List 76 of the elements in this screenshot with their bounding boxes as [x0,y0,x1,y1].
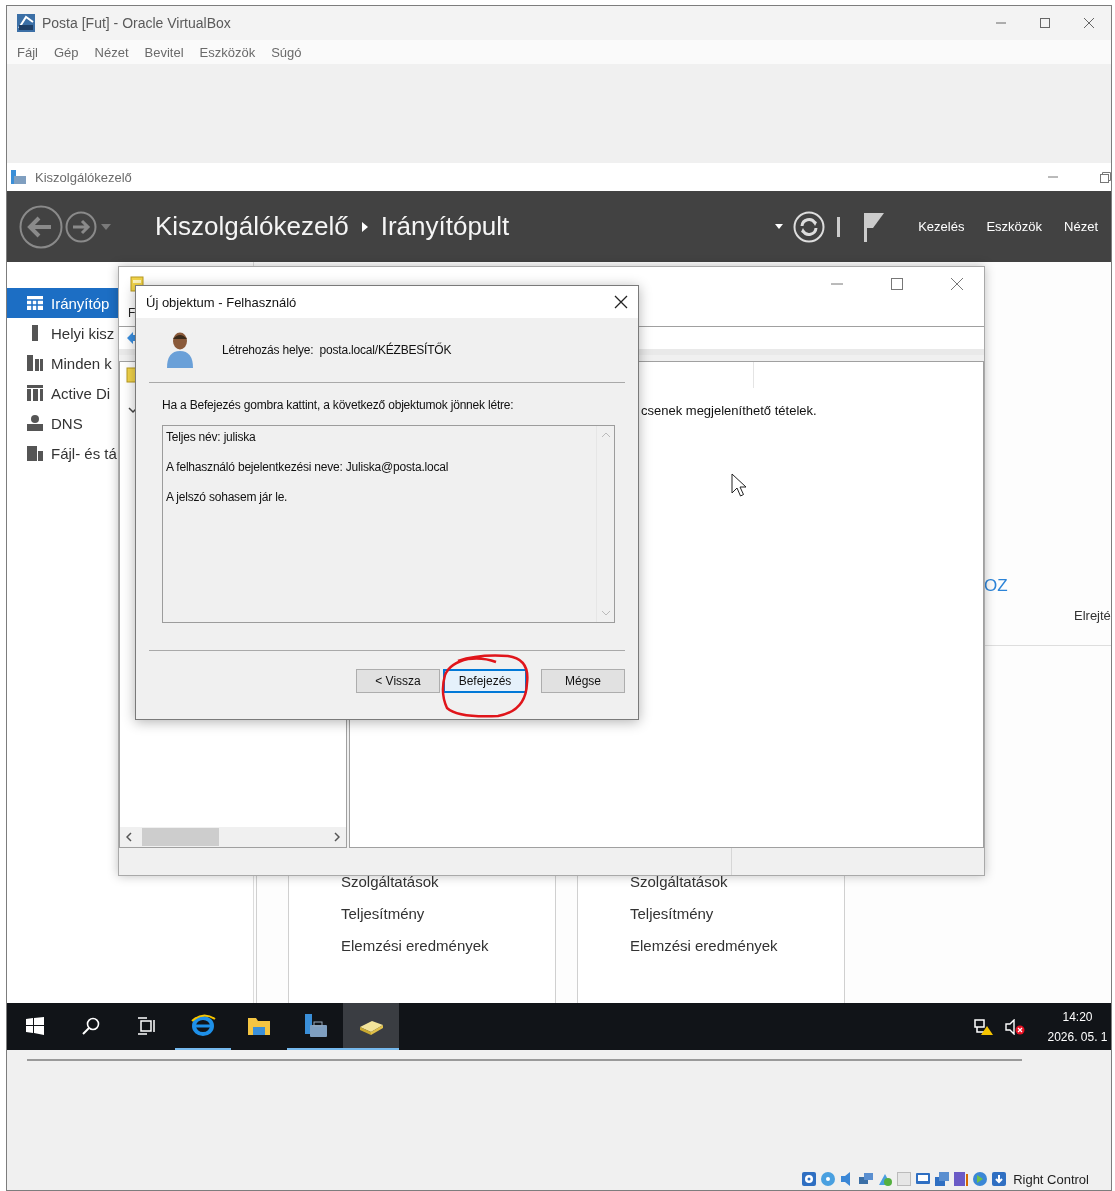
server-toolbox-icon [10,169,27,185]
mouse-pointer-icon [731,473,747,497]
task-view-icon[interactable] [137,1016,157,1035]
window-title: Posta [Fut] - Oracle VirtualBox [42,15,231,31]
link-text[interactable]: OZ [984,576,1008,596]
hide-link[interactable]: Elrejté [1074,608,1111,623]
collapse-chevron-icon[interactable] [128,407,138,414]
monitor-icon [915,1171,932,1187]
location-text: Létrehozás helye: posta.local/KÉZBESÍTŐK [222,343,452,357]
maximize-icon[interactable] [1039,17,1051,29]
maximize-icon[interactable] [890,276,904,291]
sidebar-item[interactable]: Minden k [7,348,118,378]
dialog-button[interactable]: Befejezés [443,669,527,693]
blank-square-icon [896,1171,913,1187]
restore-icon[interactable] [1099,171,1111,183]
window-title: Kiszolgálókezelő [35,169,132,185]
dropdown-caret-icon[interactable] [775,224,784,229]
taskbar-app-button[interactable] [343,1003,399,1050]
tile-link[interactable]: Elemzési eredmények [630,936,778,968]
sidebar-item[interactable]: Helyi kisz [7,318,118,348]
tile-link[interactable]: Elemzési eredmények [341,936,489,968]
servers-icon [26,354,44,372]
tile-link[interactable]: Szolgáltatások [630,872,728,904]
start-windows-icon[interactable] [26,1016,44,1035]
dashboard-icon [26,294,44,312]
header-menu-item[interactable]: Nézet [1064,219,1098,234]
user-silhouette-icon [165,331,195,369]
search-icon[interactable] [82,1016,100,1035]
empty-list-message: csenek megjeleníthető tételek. [641,403,817,418]
network-warning-icon[interactable] [974,1017,994,1036]
intro-text: Ha a Befejezés gombra kattint, a következő objektumok jönnek létre: [162,398,515,412]
header-menu-item[interactable]: Kezelés [918,219,965,234]
menu-item[interactable]: Gép [45,44,87,60]
dialog-button[interactable]: Mégse [541,669,625,693]
breadcrumb-item[interactable]: Kiszolgálókezelő [155,211,349,242]
browser-e-icon [190,1012,216,1039]
tile-link[interactable]: Teljesítmény [341,904,425,936]
server-toolbox-icon [302,1012,328,1039]
host-key-label: Right Control [1013,1171,1089,1187]
summary-line: A felhasználó bejelentkezési neve: Juliska@posta.local [166,459,449,476]
tile-link[interactable]: Szolgáltatások [341,872,439,904]
divider-bar-icon [837,216,841,237]
network-icon [858,1171,875,1187]
menu-item[interactable]: Súgó [263,44,310,60]
sidebar-item[interactable]: Fájl- és tá [7,438,118,468]
menu-item[interactable]: Bevitel [136,44,192,60]
speaker-muted-icon[interactable] [1005,1018,1025,1035]
tile-link[interactable]: Teljesítmény [630,904,714,936]
header-menu-item[interactable]: Eszközök [986,219,1043,234]
breadcrumb-item: Irányítópult [380,211,510,242]
scrollbar-thumb[interactable] [142,828,219,846]
scroll-right-icon[interactable] [334,832,340,842]
files-icon [26,444,44,462]
directory-icon [26,384,44,402]
summary-line: A jelszó sohasem jár le. [166,489,288,506]
scroll-left-icon[interactable] [126,832,132,842]
taskbar-clock[interactable]: 14:20 2026. 05. 1 [1044,1006,1111,1047]
breadcrumb-separator-icon [361,221,368,232]
refresh-icon[interactable] [793,210,826,243]
dns-icon [26,414,44,432]
close-icon[interactable] [614,295,628,309]
sidebar-item[interactable]: Irányítóp [7,288,118,318]
windows-stack-icon [934,1171,951,1187]
sidebar-item[interactable]: Active Di [7,378,118,408]
dialog-title: Új objektum - Felhasználó [146,294,297,310]
optical-disc-icon [820,1171,837,1187]
chip-icon [953,1171,970,1187]
virtualbox-logo-icon [16,13,36,33]
notification-flag-icon[interactable] [863,211,886,242]
menu-item[interactable]: Nézet [86,44,137,60]
dialog-button[interactable]: < Vissza [356,669,440,693]
summary-line: Teljes név: juliska [166,429,256,446]
sidebar-item[interactable]: DNS [7,408,118,438]
menu-item[interactable]: Eszközök [191,44,264,60]
menu-item[interactable]: Fájl [9,44,46,60]
menu-item[interactable]: F [128,306,136,320]
